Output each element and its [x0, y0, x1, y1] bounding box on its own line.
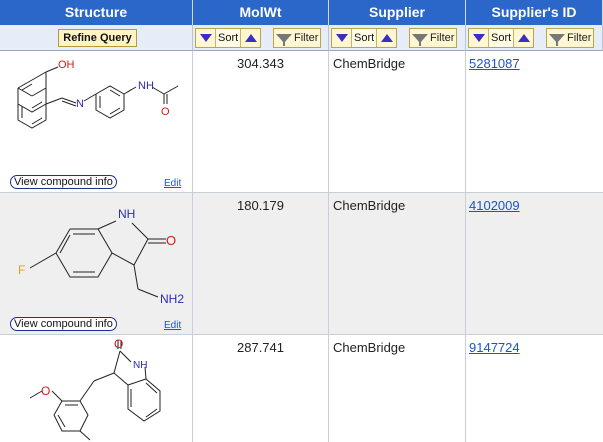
- supplier-cell: ChemBridge: [329, 335, 466, 442]
- structure-controls: Refine Query: [0, 25, 193, 51]
- molwt-controls: Sort Filter: [193, 25, 329, 51]
- molwt-cell: 304.343: [193, 51, 329, 193]
- atom-label: OH: [58, 59, 75, 71]
- funnel-icon: [549, 33, 565, 46]
- supplier-id-controls: Sort Filter: [466, 25, 603, 51]
- supplier-sort-group: Sort: [331, 28, 398, 48]
- supplier-id-link[interactable]: 9147724: [466, 335, 603, 442]
- edit-link[interactable]: Edit: [164, 320, 181, 331]
- column-header-supplier-id: Supplier's ID: [466, 0, 603, 25]
- funnel-icon: [276, 33, 292, 46]
- table-header: Structure MolWt Supplier Supplier's ID: [0, 0, 603, 25]
- structure-cell: O NH O: [0, 335, 193, 442]
- molwt-sort-button[interactable]: Sort: [215, 29, 242, 47]
- molwt-sort-group: Sort: [195, 28, 262, 48]
- molecule-structure-image: O NH O: [29, 337, 161, 441]
- molwt-filter-button[interactable]: Filter: [273, 28, 322, 48]
- view-compound-info-button[interactable]: View compound info: [10, 317, 117, 331]
- controls-row: Refine Query Sort Filter Sort Filter Sor…: [0, 25, 603, 51]
- supplier-id-sort-button[interactable]: Sort: [488, 29, 515, 47]
- molwt-filter-label: Filter: [294, 32, 319, 44]
- supplier-sort-button[interactable]: Sort: [351, 29, 378, 47]
- atom-label: H: [146, 80, 154, 92]
- molwt-sort-ascending-button[interactable]: [241, 29, 260, 47]
- atom-label: F: [18, 263, 25, 277]
- molwt-sort-descending-button[interactable]: [196, 29, 215, 47]
- supplier-cell: ChemBridge: [329, 193, 466, 335]
- table-row: O NH O 287.741 ChemBridge 9147724: [0, 335, 603, 442]
- molecule-structure-image: NH O F NH2: [18, 207, 184, 306]
- triangle-up-icon: [380, 34, 393, 42]
- atom-label: O: [41, 384, 50, 398]
- column-header-molwt: MolWt: [193, 0, 329, 25]
- atom-label: N: [138, 80, 146, 92]
- table-row: OH N N H O View compound info Edit 304.3…: [0, 51, 603, 193]
- structure-cell: NH O F NH2 View compound info Edit: [0, 193, 193, 335]
- structure-cell: OH N N H O View compound info Edit: [0, 51, 193, 193]
- atom-label: N: [76, 98, 84, 110]
- triangle-down-icon: [472, 34, 485, 42]
- atom-label: NH: [133, 360, 147, 371]
- molwt-cell: 287.741: [193, 335, 329, 442]
- atom-label: O: [161, 106, 170, 118]
- molecule-structure-image: OH N N H O: [17, 59, 179, 129]
- triangle-up-icon: [517, 34, 530, 42]
- supplier-cell: ChemBridge: [329, 51, 466, 193]
- edit-link[interactable]: Edit: [164, 178, 181, 189]
- atom-label: NH: [118, 207, 135, 221]
- funnel-icon: [412, 33, 428, 46]
- atom-label: O: [166, 233, 176, 248]
- table-row: NH O F NH2 View compound info Edit 180.1…: [0, 193, 603, 335]
- supplier-sort-ascending-button[interactable]: [377, 29, 396, 47]
- molwt-cell: 180.179: [193, 193, 329, 335]
- atom-label: NH2: [160, 292, 184, 306]
- supplier-id-filter-label: Filter: [567, 32, 592, 44]
- column-header-structure: Structure: [0, 0, 193, 25]
- column-header-supplier: Supplier: [329, 0, 466, 25]
- atom-label: O: [114, 337, 123, 351]
- supplier-sort-descending-button[interactable]: [332, 29, 351, 47]
- triangle-down-icon: [335, 34, 348, 42]
- supplier-id-link[interactable]: 5281087: [466, 51, 603, 193]
- triangle-down-icon: [199, 34, 212, 42]
- supplier-filter-label: Filter: [430, 32, 455, 44]
- results-grid: Structure MolWt Supplier Supplier's ID R…: [0, 0, 603, 442]
- supplier-id-sort-group: Sort: [468, 28, 535, 48]
- view-compound-info-button[interactable]: View compound info: [10, 175, 117, 189]
- supplier-controls: Sort Filter: [329, 25, 466, 51]
- supplier-id-sort-descending-button[interactable]: [469, 29, 488, 47]
- refine-query-button[interactable]: Refine Query: [58, 29, 137, 47]
- supplier-id-filter-button[interactable]: Filter: [546, 28, 595, 48]
- triangle-up-icon: [244, 34, 257, 42]
- supplier-filter-button[interactable]: Filter: [409, 28, 458, 48]
- supplier-id-link[interactable]: 4102009: [466, 193, 603, 335]
- supplier-id-sort-ascending-button[interactable]: [514, 29, 533, 47]
